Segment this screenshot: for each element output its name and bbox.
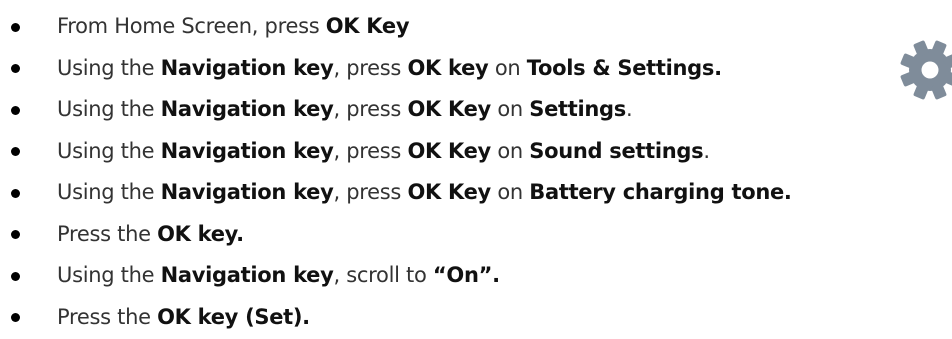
step-text: Using the xyxy=(57,55,161,80)
step-text: , scroll to xyxy=(333,263,433,287)
bullet-icon xyxy=(11,313,20,323)
instruction-step: Using the Navigation key, press OK Key o… xyxy=(0,172,952,214)
instruction-step: Press the OK key. xyxy=(0,214,952,256)
step-text: From Home Screen, press xyxy=(57,14,326,38)
emphasized-term: Navigation key xyxy=(160,55,334,80)
step-text: Press the xyxy=(57,304,158,329)
emphasized-term: Navigation key xyxy=(160,138,334,163)
emphasized-term: Navigation key xyxy=(160,180,334,204)
instruction-list: From Home Screen, press OK Key Using the … xyxy=(0,6,952,338)
instruction-step: Using the Navigation key, scroll to “On”… xyxy=(0,255,952,297)
emphasized-term: OK Key xyxy=(407,138,491,163)
emphasized-term: Settings xyxy=(529,97,626,121)
instruction-step: Using the Navigation key, press OK key o… xyxy=(0,48,952,90)
step-text: , press xyxy=(333,138,408,163)
step-text: . xyxy=(625,97,633,121)
instruction-step: Using the Navigation key, press OK Key o… xyxy=(0,131,952,173)
emphasized-term: Tools & Settings. xyxy=(526,55,722,80)
emphasized-term: Navigation key xyxy=(160,263,334,287)
emphasized-term: “On”. xyxy=(432,263,500,287)
bullet-icon xyxy=(11,22,20,32)
bullet-icon xyxy=(11,271,20,281)
step-text: , press xyxy=(333,180,408,204)
emphasized-term: Navigation key xyxy=(160,97,334,121)
emphasized-term: Sound settings xyxy=(529,138,704,163)
bullet-icon xyxy=(11,188,20,198)
step-text: on xyxy=(490,97,530,121)
step-text: Using the xyxy=(57,97,161,121)
emphasized-term: OK Key xyxy=(325,14,410,38)
step-text: on xyxy=(490,180,530,204)
emphasized-term: OK key (Set). xyxy=(157,304,310,329)
step-text: on xyxy=(490,138,530,163)
bullet-icon xyxy=(11,105,20,115)
step-text: Using the xyxy=(57,263,161,287)
emphasized-term: OK key xyxy=(407,55,489,80)
instruction-step: Press the OK key (Set). xyxy=(0,297,952,339)
emphasized-term: OK Key xyxy=(407,97,491,121)
step-text: Using the xyxy=(57,138,161,163)
step-text: , press xyxy=(333,55,408,80)
bullet-icon xyxy=(11,230,20,240)
instruction-step: Using the Navigation key, press OK Key o… xyxy=(0,89,952,131)
bullet-icon xyxy=(11,147,20,157)
instruction-step: From Home Screen, press OK Key xyxy=(0,6,952,48)
emphasized-term: Battery charging tone. xyxy=(529,180,792,204)
step-text: . xyxy=(703,138,710,163)
step-text: Press the xyxy=(57,221,158,246)
step-text: Using the xyxy=(57,180,161,204)
bullet-icon xyxy=(11,64,20,74)
emphasized-term: OK Key xyxy=(407,180,491,204)
emphasized-term: OK key. xyxy=(157,221,244,246)
settings-gear-icon xyxy=(900,40,952,100)
step-text: on xyxy=(488,55,527,80)
step-text: , press xyxy=(333,97,408,121)
